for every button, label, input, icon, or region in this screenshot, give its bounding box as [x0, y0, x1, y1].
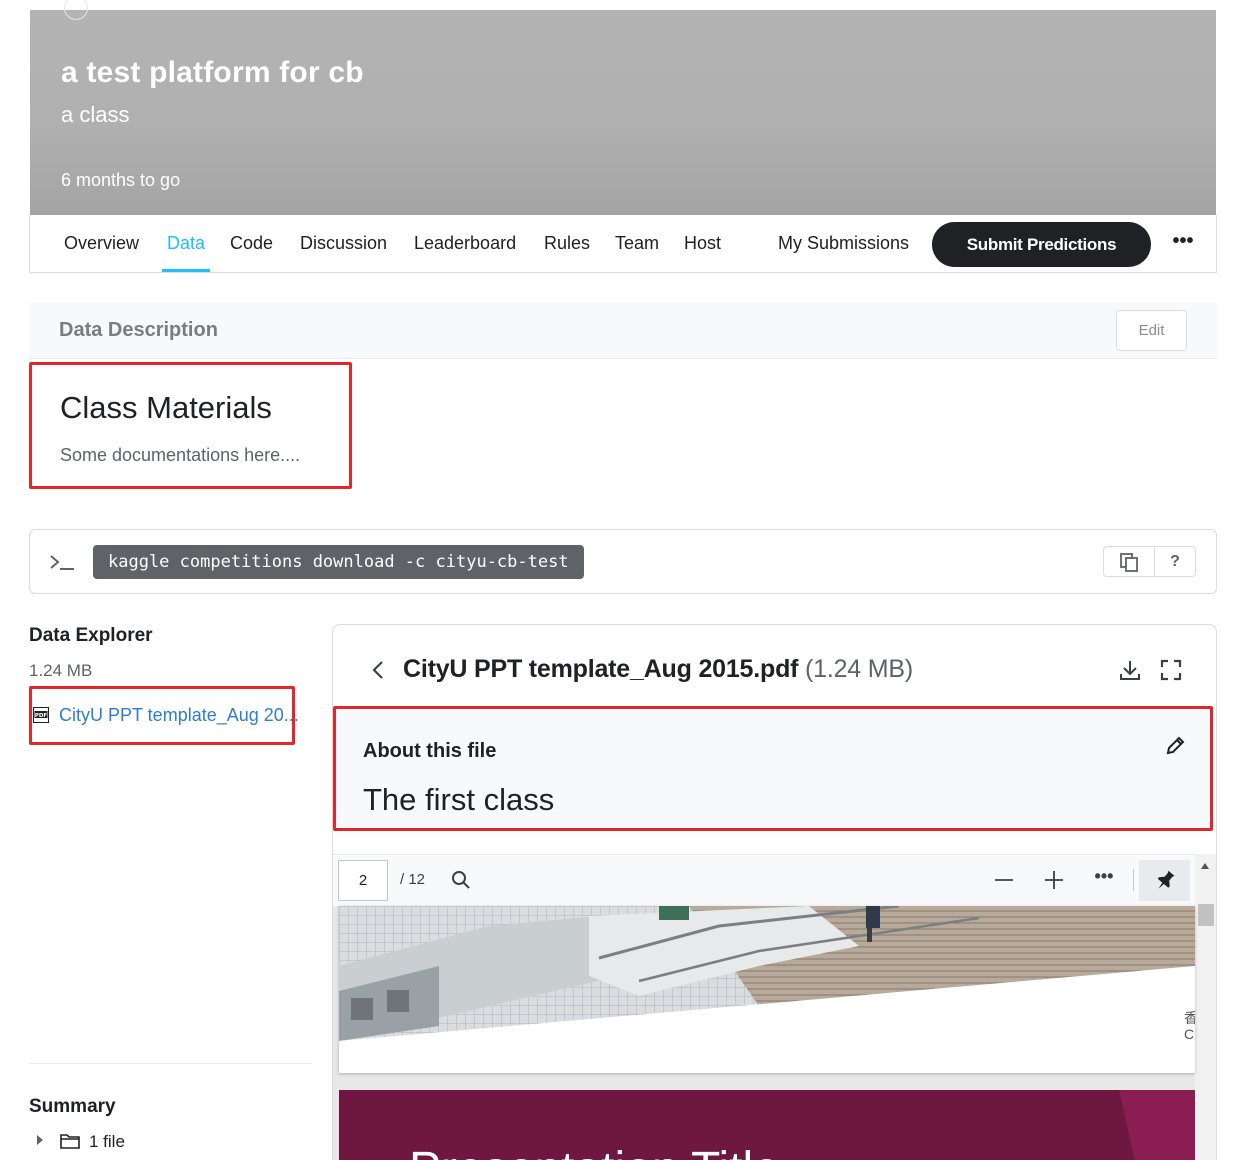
tab-code[interactable]: Code: [230, 233, 273, 254]
download-icon[interactable]: [1118, 658, 1142, 682]
terminal-icon: [50, 555, 74, 570]
page-1-partial-text: 香 Ci: [1184, 1010, 1195, 1042]
summary-title: Summary: [29, 1096, 116, 1117]
competition-header: a test platform for cb a class 6 months …: [30, 0, 1216, 215]
zoom-in-icon[interactable]: [1043, 869, 1065, 891]
caret-right-icon[interactable]: [36, 1135, 44, 1145]
presentation-title: Presentation Title: [409, 1142, 780, 1160]
pdf-file-icon: PDF: [33, 707, 49, 723]
about-file-label: About this file: [363, 740, 497, 762]
pdf-page-1: 香 Ci: [339, 906, 1195, 1073]
tab-leaderboard[interactable]: Leaderboard: [414, 233, 516, 254]
search-icon[interactable]: [451, 870, 471, 890]
data-description-header: Data Description Edit: [29, 303, 1217, 359]
page-total: / 12: [400, 871, 426, 888]
tab-rules[interactable]: Rules: [544, 233, 590, 254]
tab-my-submissions[interactable]: My Submissions: [778, 233, 909, 254]
pdf-more-icon[interactable]: •••: [1092, 867, 1116, 889]
competition-tabs: Overview Data Code Discussion Leaderboar…: [29, 215, 1217, 273]
submit-predictions-button[interactable]: Submit Predictions: [932, 222, 1151, 267]
competition-subtitle: a class: [61, 102, 130, 127]
scroll-up-icon[interactable]: [1200, 862, 1210, 870]
fullscreen-icon[interactable]: [1160, 659, 1182, 681]
help-button[interactable]: ?: [1154, 546, 1196, 577]
competition-title: a test platform for cb: [61, 56, 364, 89]
folder-icon: [60, 1134, 80, 1149]
toolbar-separator: [1133, 869, 1134, 891]
campus-stairs-photo: [339, 906, 1195, 1073]
tab-discussion[interactable]: Discussion: [300, 233, 387, 254]
api-command-bar: kaggle competitions download -c cityu-cb…: [29, 529, 1217, 594]
data-description-title: Data Description: [59, 319, 218, 341]
about-file-description: The first class: [363, 782, 555, 817]
more-options-icon[interactable]: •••: [1170, 231, 1196, 257]
edit-button[interactable]: Edit: [1116, 310, 1187, 351]
data-explorer-title: Data Explorer: [29, 625, 153, 646]
materials-heading: Class Materials: [60, 390, 272, 425]
explorer-divider: [29, 1063, 312, 1064]
copy-icon: [1120, 553, 1138, 572]
host-avatar: [64, 0, 88, 20]
chevron-left-icon[interactable]: [370, 658, 386, 682]
svg-text:PDF: PDF: [35, 713, 48, 719]
tab-data[interactable]: Data: [167, 233, 205, 254]
pdf-page-2: Presentation Title: [339, 1090, 1195, 1160]
data-explorer-size: 1.24 MB: [29, 661, 93, 680]
tab-overview[interactable]: Overview: [64, 233, 139, 254]
file-title: CityU PPT template_Aug 2015.pdf (1.24 MB…: [403, 655, 913, 684]
scrollbar[interactable]: [1195, 854, 1216, 1160]
pin-toolbar-button[interactable]: [1139, 860, 1190, 901]
zoom-out-icon[interactable]: [993, 870, 1015, 890]
download-command[interactable]: kaggle competitions download -c cityu-cb…: [93, 545, 584, 579]
file-list-item[interactable]: CityU PPT template_Aug 20...: [59, 705, 303, 726]
tab-host[interactable]: Host: [684, 233, 721, 254]
scrollbar-thumb[interactable]: [1198, 904, 1214, 926]
file-size: (1.24 MB): [805, 655, 913, 683]
tab-team[interactable]: Team: [615, 233, 659, 254]
materials-text: Some documentations here....: [60, 445, 301, 465]
deadline-text: 6 months to go: [61, 170, 181, 190]
pin-icon: [1157, 870, 1175, 889]
summary-file-count: 1 file: [89, 1132, 125, 1151]
active-tab-indicator: [162, 269, 210, 272]
page-number-input[interactable]: [338, 860, 388, 901]
pencil-icon[interactable]: [1164, 735, 1186, 757]
copy-command-button[interactable]: [1103, 546, 1154, 577]
file-name: CityU PPT template_Aug 2015.pdf: [403, 655, 799, 683]
